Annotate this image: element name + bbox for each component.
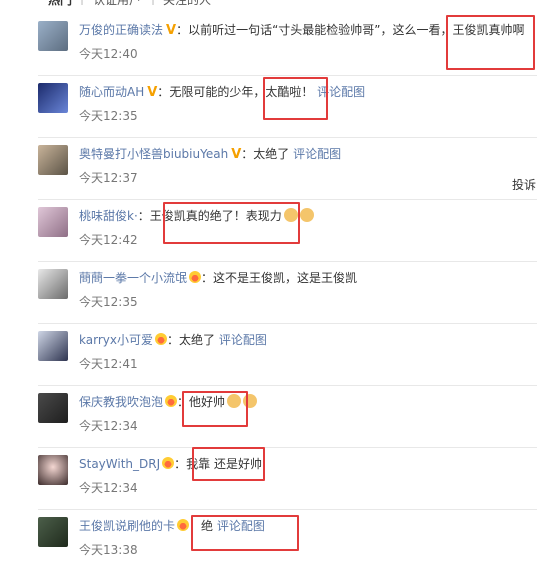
colon: ：	[157, 85, 170, 99]
crown-icon	[154, 333, 167, 345]
tab-verified[interactable]: 认证用户	[93, 0, 141, 8]
timestamp: 今天12:37	[79, 171, 138, 185]
avatar[interactable]	[38, 145, 68, 175]
comment-filter-tabs: 热门 | 认证用户 | 关注的人	[0, 0, 537, 11]
username[interactable]: StayWith_DRJ	[79, 457, 160, 471]
colon: ：	[174, 457, 187, 471]
tab-following[interactable]: 关注的人	[163, 0, 211, 8]
highlight-box	[182, 391, 248, 427]
highlight-box	[192, 447, 265, 481]
comment-text: 太绝了	[178, 333, 215, 347]
comment-text: 这不是王俊凯，这是王俊凯	[213, 271, 358, 285]
username[interactable]: 王俊凯说刷他的卡	[79, 519, 175, 533]
timestamp: 今天12:34	[79, 419, 138, 433]
crown-icon	[189, 271, 202, 283]
avatar[interactable]	[38, 517, 68, 547]
username[interactable]: 万俊的正确读法	[79, 23, 163, 37]
avatar[interactable]	[38, 269, 68, 299]
verified-badge-icon: V	[231, 147, 242, 162]
highlight-box	[263, 77, 328, 120]
timestamp: 今天12:34	[79, 481, 138, 495]
comment-item: 奥特曼打小怪兽biubiuYeah V：太绝了 评论配图 今天12:37	[0, 138, 537, 200]
timestamp: 今天12:41	[79, 357, 138, 371]
avatar[interactable]	[38, 393, 68, 423]
timestamp: 今天12:42	[79, 233, 138, 247]
tab-divider: |	[151, 0, 155, 5]
highlight-box	[446, 15, 535, 70]
username[interactable]: 奥特曼打小怪兽biubiuYeah	[79, 147, 228, 161]
verified-badge-icon: V	[147, 85, 158, 100]
avatar[interactable]	[38, 455, 68, 485]
comment-item: 保庆教我吹泡泡 ：他好帅 今天12:34	[0, 386, 537, 448]
avatar[interactable]	[38, 83, 68, 113]
thumbs-up-icon	[299, 208, 314, 222]
colon: ：	[176, 23, 189, 37]
comment-text: 太绝了	[253, 147, 290, 161]
verified-badge-icon: V	[166, 23, 177, 38]
comment-line: 奥特曼打小怪兽biubiuYeah V：太绝了 评论配图	[79, 146, 341, 163]
highlight-box	[163, 202, 300, 244]
colon: ：	[137, 209, 150, 223]
avatar[interactable]	[38, 207, 68, 237]
username[interactable]: 桃味甜俊k·	[79, 209, 138, 223]
comment-item: StayWith_DRJ ：我靠 还是好帅 今天12:34	[0, 448, 537, 510]
comment-item: karryx小可爱 ：太绝了 评论配图 今天12:41	[0, 324, 537, 386]
highlight-box	[191, 515, 299, 551]
timestamp: 今天12:40	[79, 47, 138, 61]
comment-image-link[interactable]: 评论配图	[219, 333, 267, 347]
comment-item: 蔄蔄一拳一个小流氓 ：这不是王俊凯，这是王俊凯 今天12:35	[0, 262, 537, 324]
username[interactable]: 蔄蔄一拳一个小流氓	[79, 271, 187, 285]
comment-line: 蔄蔄一拳一个小流氓 ：这不是王俊凯，这是王俊凯	[79, 270, 357, 286]
comment-image-link[interactable]: 评论配图	[293, 147, 341, 161]
avatar[interactable]	[38, 331, 68, 361]
crown-icon	[165, 395, 178, 407]
timestamp: 今天12:35	[79, 109, 138, 123]
username[interactable]: karryx小可爱	[79, 333, 153, 347]
timestamp: 今天13:38	[79, 543, 138, 557]
comment-line: karryx小可爱 ：太绝了 评论配图	[79, 332, 267, 348]
tab-hot[interactable]: 热门	[48, 0, 72, 8]
colon: ：	[166, 333, 179, 347]
tab-divider: |	[80, 0, 84, 5]
crown-icon	[177, 519, 190, 531]
timestamp: 今天12:35	[79, 295, 138, 309]
username[interactable]: 随心而动AH	[79, 85, 144, 99]
avatar[interactable]	[38, 21, 68, 51]
username[interactable]: 保庆教我吹泡泡	[79, 395, 163, 409]
colon: ：	[201, 271, 214, 285]
colon: ：	[241, 147, 254, 161]
crown-icon	[162, 457, 175, 469]
